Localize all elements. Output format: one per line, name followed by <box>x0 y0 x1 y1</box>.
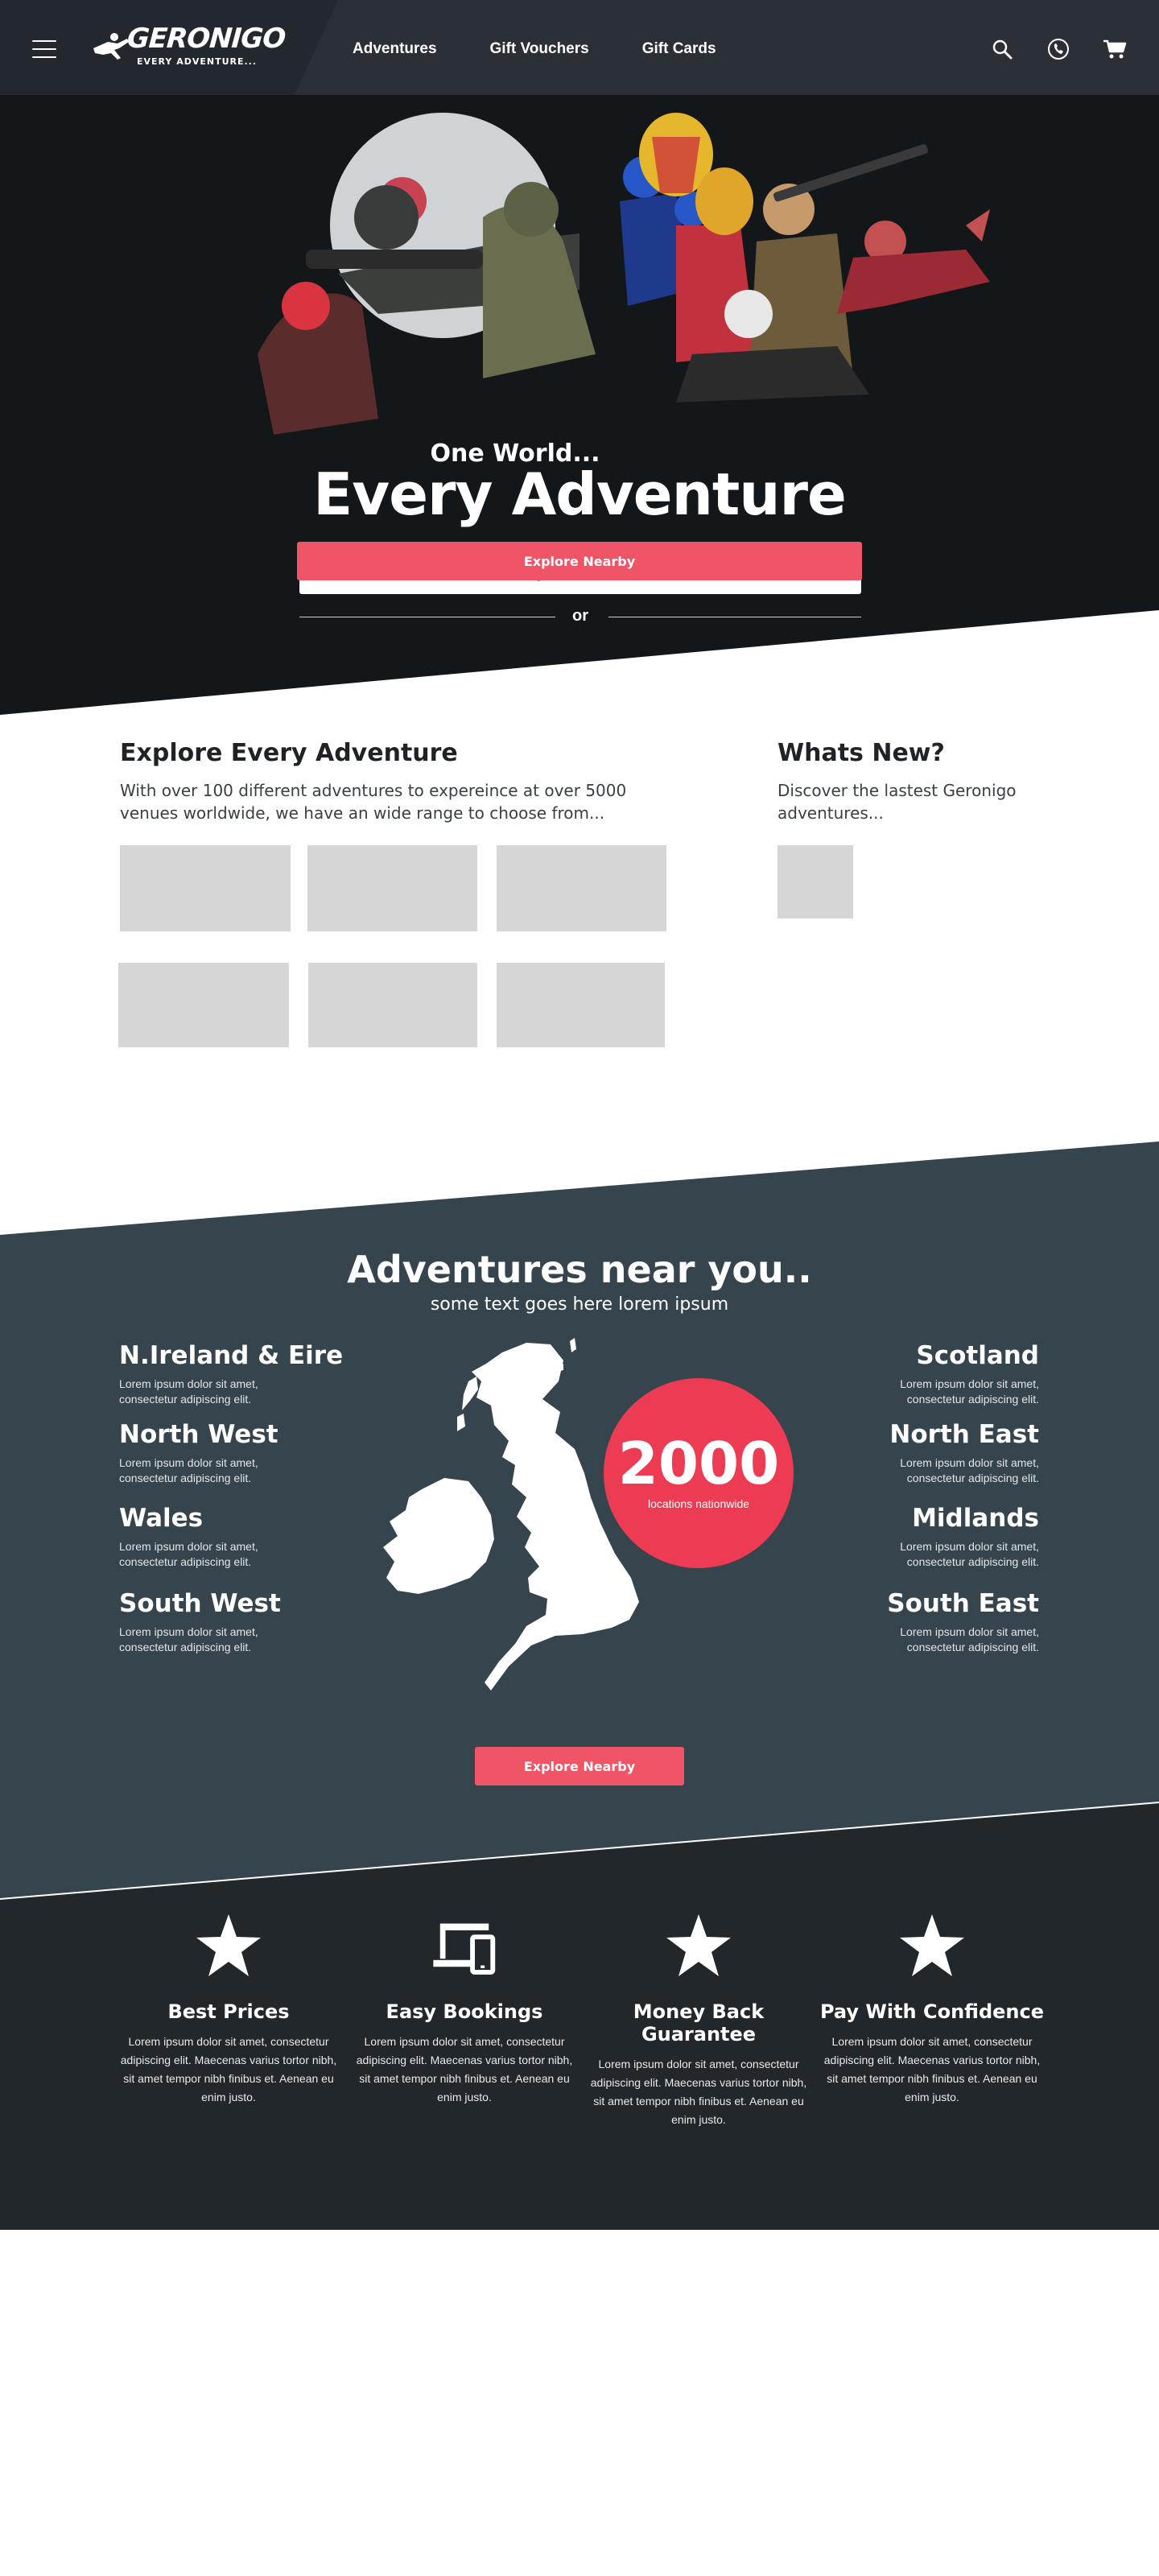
feature-easy-bookings: Easy Bookings Lorem ipsum dolor sit amet… <box>352 1913 577 2107</box>
star-icon <box>196 1914 261 1976</box>
skydiver-figure-icon <box>93 33 129 60</box>
nav-actions <box>990 37 1127 61</box>
region-name: Midlands <box>912 1504 1039 1533</box>
region-text: Lorem ipsum dolor sit amet, consectetur … <box>900 1625 1039 1653</box>
region-text: Lorem ipsum dolor sit amet, consectetur … <box>119 1377 258 1406</box>
feature-title: Money Back Guarantee <box>633 2000 765 2046</box>
whats-new-tile[interactable] <box>777 845 853 919</box>
map-explore-nearby-button[interactable]: Explore Nearby <box>475 1747 684 1785</box>
hero-explore-nearby-button[interactable]: Explore Nearby <box>297 542 862 580</box>
locations-count-badge: 2000 locations nationwide <box>604 1378 794 1568</box>
feature-text: Lorem ipsum dolor sit amet, consectetur … <box>356 2035 573 2103</box>
region-north-east[interactable]: North East Lorem ipsum dolor sit amet, c… <box>798 1420 1039 1486</box>
adventure-collage-image <box>258 113 990 435</box>
feature-money-back-guarantee: Money Back Guarantee Lorem ipsum dolor s… <box>586 1913 811 2129</box>
region-name: North East <box>889 1420 1039 1449</box>
feature-text: Lorem ipsum dolor sit amet, consectetur … <box>823 2035 1041 2103</box>
main-nav-links: Adventures Gift Vouchers Gift Cards <box>353 40 769 58</box>
feature-title: Easy Bookings <box>386 2000 543 2023</box>
adventure-tile[interactable] <box>120 845 291 931</box>
whats-new-description: Discover the lastest Geronigo adventures… <box>777 781 1017 823</box>
locations-count: 2000 <box>617 1430 780 1497</box>
feature-text: Lorem ipsum dolor sit amet, consectetur … <box>120 2035 337 2103</box>
logo-tagline: EVERY ADVENTURE... <box>137 56 258 67</box>
nav-link-gift-cards[interactable]: Gift Cards <box>642 40 716 58</box>
adventure-tile[interactable] <box>307 845 477 931</box>
region-text: Lorem ipsum dolor sit amet, consectetur … <box>119 1456 258 1484</box>
region-name: South West <box>119 1589 281 1618</box>
near-title: Adventures near you.. <box>347 1248 812 1291</box>
region-name: South East <box>887 1589 1039 1618</box>
region-midlands[interactable]: Midlands Lorem ipsum dolor sit amet, con… <box>798 1504 1039 1570</box>
region-wales[interactable]: Wales Lorem ipsum dolor sit amet, consec… <box>119 1504 361 1570</box>
explore-description: With over 100 different adventures to ex… <box>120 781 627 823</box>
nav-link-adventures[interactable]: Adventures <box>353 40 437 58</box>
hero-title: Every Adventure <box>313 460 847 528</box>
star-icon <box>666 1914 731 1976</box>
feature-pay-with-confidence: Pay With Confidence Lorem ipsum dolor si… <box>819 1913 1045 2107</box>
cart-icon[interactable] <box>1103 37 1127 61</box>
region-text: Lorem ipsum dolor sit amet, consectetur … <box>900 1540 1039 1568</box>
adventure-tile[interactable] <box>497 845 666 931</box>
adventure-tile[interactable] <box>118 963 289 1047</box>
hero-section: One World... Every Adventure or Explore … <box>0 95 1159 715</box>
top-navbar: GERONIGO EVERY ADVENTURE... Adventures G… <box>0 0 1159 95</box>
or-label: or <box>572 607 588 625</box>
hamburger-menu-icon[interactable] <box>32 40 56 58</box>
locations-label: locations nationwide <box>647 1497 750 1510</box>
logo-wordmark: GERONIGO <box>126 23 287 55</box>
or-divider: or <box>299 607 861 626</box>
adventure-tile[interactable] <box>308 963 477 1047</box>
region-south-west[interactable]: South West Lorem ipsum dolor sit amet, c… <box>119 1589 361 1655</box>
region-name: Wales <box>119 1504 204 1533</box>
feature-text: Lorem ipsum dolor sit amet, consectetur … <box>590 2058 807 2126</box>
region-name: Scotland <box>916 1341 1039 1370</box>
star-icon <box>900 1914 964 1976</box>
geronigo-logo[interactable]: GERONIGO EVERY ADVENTURE... <box>90 18 287 76</box>
region-text: Lorem ipsum dolor sit amet, consectetur … <box>900 1377 1039 1406</box>
whats-new-title: Whats New? <box>777 739 945 767</box>
region-name: N.Ireland & Eire <box>119 1341 344 1370</box>
near-subtitle: some text goes here lorem ipsum <box>430 1294 729 1315</box>
region-south-east[interactable]: South East Lorem ipsum dolor sit amet, c… <box>798 1589 1039 1655</box>
region-north-west[interactable]: North West Lorem ipsum dolor sit amet, c… <box>119 1420 361 1486</box>
region-text: Lorem ipsum dolor sit amet, consectetur … <box>119 1625 258 1653</box>
devices-icon <box>433 1923 496 1975</box>
feature-best-prices: Best Prices Lorem ipsum dolor sit amet, … <box>116 1913 341 2107</box>
explore-title: Explore Every Adventure <box>120 739 458 767</box>
region-scotland[interactable]: Scotland Lorem ipsum dolor sit amet, con… <box>798 1341 1039 1407</box>
nav-link-gift-vouchers[interactable]: Gift Vouchers <box>490 40 589 58</box>
feature-title: Pay With Confidence <box>819 2000 1045 2023</box>
search-icon[interactable] <box>990 37 1014 61</box>
region-name: North West <box>119 1420 278 1449</box>
adventure-tile[interactable] <box>497 963 665 1047</box>
phone-icon[interactable] <box>1046 37 1070 61</box>
region-text: Lorem ipsum dolor sit amet, consectetur … <box>119 1540 258 1568</box>
region-text: Lorem ipsum dolor sit amet, consectetur … <box>900 1456 1039 1484</box>
feature-title: Best Prices <box>167 2000 290 2023</box>
region-n-ireland-eire[interactable]: N.Ireland & Eire Lorem ipsum dolor sit a… <box>119 1341 361 1407</box>
